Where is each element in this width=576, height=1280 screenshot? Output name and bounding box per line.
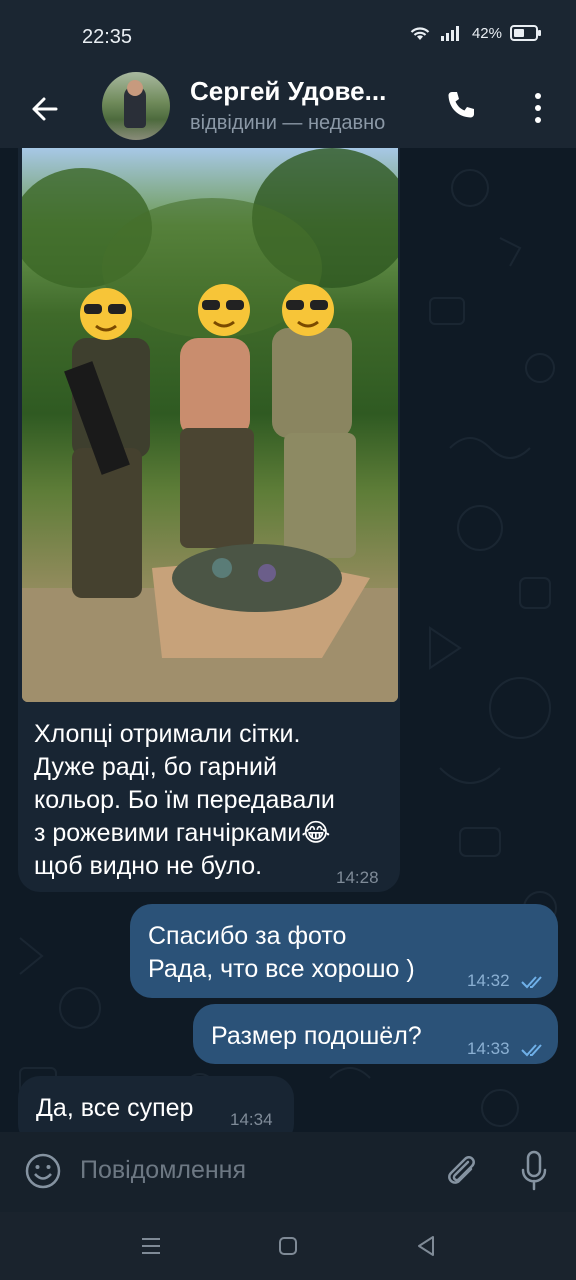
message-time: 14:32 bbox=[467, 971, 510, 990]
signal-icon bbox=[440, 26, 459, 41]
message-time: 14:34 bbox=[230, 1110, 273, 1129]
phone-icon[interactable] bbox=[444, 88, 478, 122]
chat-header: Сергей Удове... відвідини — недавно bbox=[0, 72, 576, 148]
message-input-bar: Повідомлення bbox=[0, 1132, 576, 1212]
battery-icon bbox=[510, 25, 541, 41]
status-time: 22:35 bbox=[82, 26, 133, 48]
message-text: Да, все супер bbox=[36, 1094, 194, 1122]
nav-home-icon[interactable] bbox=[278, 1236, 298, 1256]
message-text: Размер подошёл? bbox=[211, 1022, 422, 1050]
double-check-icon bbox=[521, 976, 542, 989]
nav-menu-icon[interactable] bbox=[140, 1235, 162, 1257]
message-text: Спасибо за фото Рада, что все хорошо ) bbox=[148, 922, 415, 983]
message-caption: Хлопці отримали сітки. Дуже раді, бо гар… bbox=[34, 720, 335, 880]
contact-name[interactable]: Сергей Удове... bbox=[190, 76, 386, 107]
status-icons: 42% bbox=[408, 24, 542, 42]
double-check-icon bbox=[521, 1044, 542, 1057]
more-vertical-icon[interactable] bbox=[530, 90, 546, 126]
wifi-icon bbox=[410, 27, 430, 40]
attach-icon[interactable] bbox=[444, 1152, 478, 1190]
system-nav-bar bbox=[0, 1212, 576, 1280]
chat-area[interactable]: Хлопці отримали сітки. Дуже раді, бо гар… bbox=[0, 148, 576, 1132]
last-seen-status: відвідини — недавно bbox=[190, 112, 386, 134]
message-time: 14:28 bbox=[336, 868, 379, 887]
back-arrow-icon[interactable] bbox=[26, 90, 64, 128]
emoji-icon[interactable] bbox=[24, 1152, 62, 1190]
mic-icon[interactable] bbox=[520, 1150, 548, 1192]
message-time: 14:33 bbox=[467, 1039, 510, 1058]
nav-back-icon[interactable] bbox=[416, 1235, 436, 1257]
avatar[interactable] bbox=[102, 72, 170, 140]
message-photo[interactable] bbox=[22, 148, 398, 702]
message-input[interactable]: Повідомлення bbox=[80, 1156, 246, 1185]
status-bar: 22:35 42% bbox=[0, 0, 576, 72]
battery-percent: 42% bbox=[471, 24, 502, 42]
